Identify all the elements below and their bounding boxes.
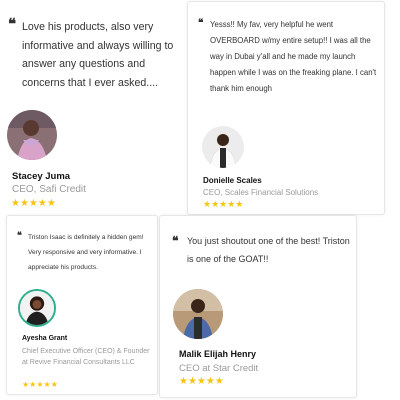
- quote-icon: ❝: [8, 15, 17, 33]
- testimonial-card: ❝ Love his products, also very informati…: [0, 0, 185, 215]
- testimonial-quote: Love his products, also very informative…: [22, 21, 174, 89]
- quote-icon: ❝: [172, 234, 179, 248]
- testimonial-card: ❝ You just shoutout one of the best! Tri…: [159, 215, 357, 398]
- testimonial-role: Chief Executive Officer (CEO) & Founder …: [22, 348, 150, 366]
- avatar: [202, 126, 244, 168]
- testimonial-quote: Triston Isaac is definitely a hidden gem…: [28, 234, 144, 271]
- star-rating: ★★★★★: [179, 376, 224, 387]
- star-rating: ★★★★★: [203, 199, 244, 209]
- testimonial-name: Stacey Juma: [12, 171, 71, 182]
- testimonial-card: ❝ Triston Isaac is definitely a hidden g…: [6, 215, 158, 395]
- avatar: [7, 110, 57, 160]
- testimonial-card: ❝ Yesss!! My fav, very helpful he went O…: [187, 1, 385, 215]
- testimonial-role: CEO, Scales Financial Solutions: [203, 188, 319, 197]
- testimonial-quote: Yesss!! My fav, very helpful he went OVE…: [210, 20, 377, 93]
- quote-icon: ❝: [17, 231, 22, 241]
- avatar: [18, 289, 56, 327]
- testimonial-quote: You just shoutout one of the best! Trist…: [187, 236, 350, 264]
- testimonial-role: CEO at Star Credit: [179, 363, 259, 374]
- avatar: [173, 289, 223, 339]
- testimonial-name: Ayesha Grant: [22, 335, 68, 342]
- testimonial-name: Malik Elijah Henry: [179, 349, 257, 359]
- testimonial-name: Donielle Scales: [203, 176, 262, 185]
- star-rating: ★★★★★: [11, 198, 56, 209]
- testimonial-role: CEO, Safi Credit: [12, 184, 86, 195]
- star-rating: ★★★★★: [22, 380, 58, 389]
- quote-icon: ❝: [198, 18, 204, 29]
